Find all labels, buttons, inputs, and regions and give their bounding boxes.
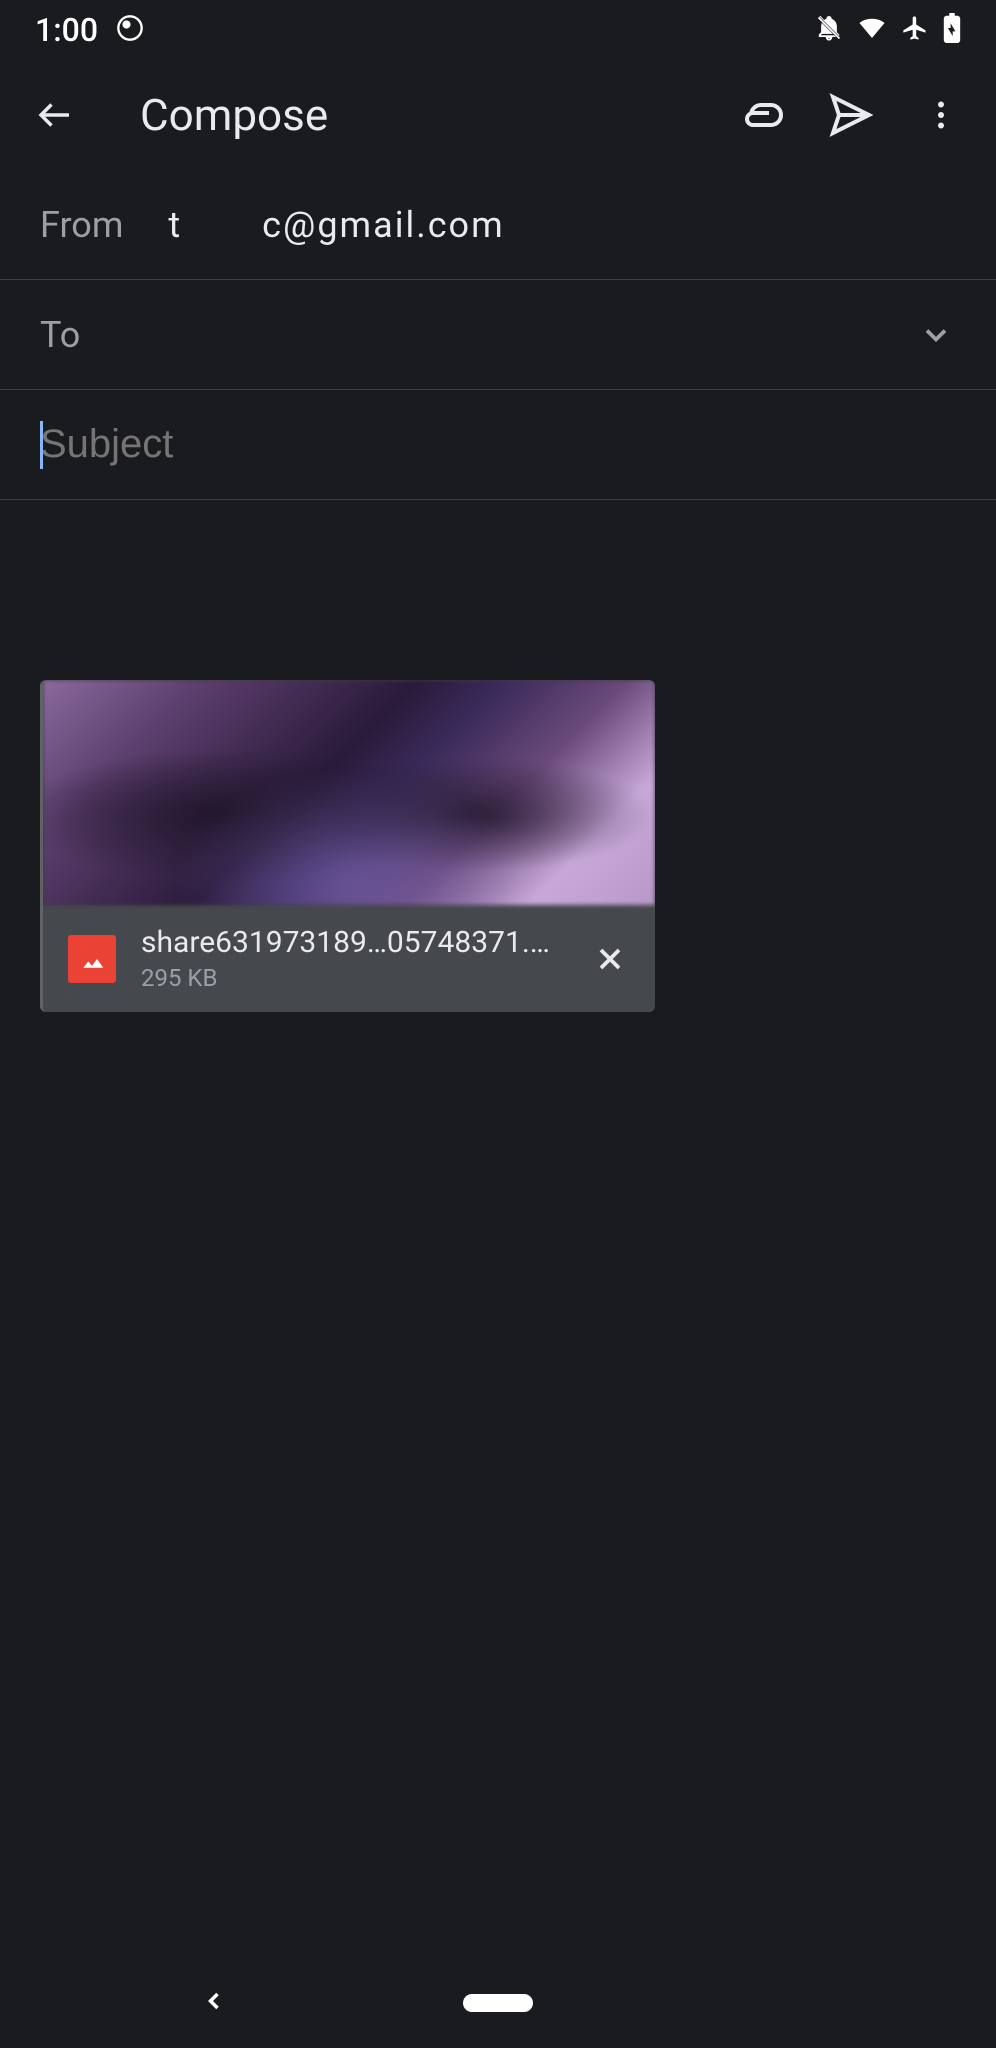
from-label: From xyxy=(40,204,123,246)
attach-button[interactable] xyxy=(736,90,786,140)
image-file-icon xyxy=(68,935,116,983)
notifications-off-icon xyxy=(815,14,843,46)
nav-back-button[interactable] xyxy=(200,1987,228,2019)
wifi-icon xyxy=(857,15,887,45)
text-cursor xyxy=(40,421,43,469)
from-field[interactable]: From tc@gmail.com xyxy=(0,170,996,280)
attachment-filename: share631973189…05748371.png xyxy=(141,925,565,960)
expand-recipients-button[interactable] xyxy=(916,315,956,355)
page-title: Compose xyxy=(140,89,706,141)
more-options-button[interactable] xyxy=(916,90,966,140)
back-button[interactable] xyxy=(30,90,80,140)
attachment-card: share631973189…05748371.png 295 KB xyxy=(40,680,655,1012)
nav-home-pill[interactable] xyxy=(463,1994,533,2012)
compose-body[interactable]: share631973189…05748371.png 295 KB xyxy=(0,500,996,1052)
battery-charging-icon xyxy=(943,13,961,47)
to-label: To xyxy=(40,314,80,356)
airplane-mode-icon xyxy=(901,14,929,46)
from-email: tc@gmail.com xyxy=(168,204,504,246)
app-bar: Compose xyxy=(0,60,996,170)
subject-input[interactable] xyxy=(40,422,956,467)
navigation-bar xyxy=(0,1958,996,2048)
status-bar: 1:00 xyxy=(0,0,996,60)
status-time: 1:00 xyxy=(35,11,98,49)
to-field[interactable]: To xyxy=(0,280,996,390)
send-button[interactable] xyxy=(826,90,876,140)
remove-attachment-button[interactable] xyxy=(590,939,630,979)
attachment-thumbnail[interactable] xyxy=(43,680,655,905)
attachment-filesize: 295 KB xyxy=(141,964,565,992)
app-indicator-icon xyxy=(116,14,144,46)
subject-field[interactable] xyxy=(0,390,996,500)
